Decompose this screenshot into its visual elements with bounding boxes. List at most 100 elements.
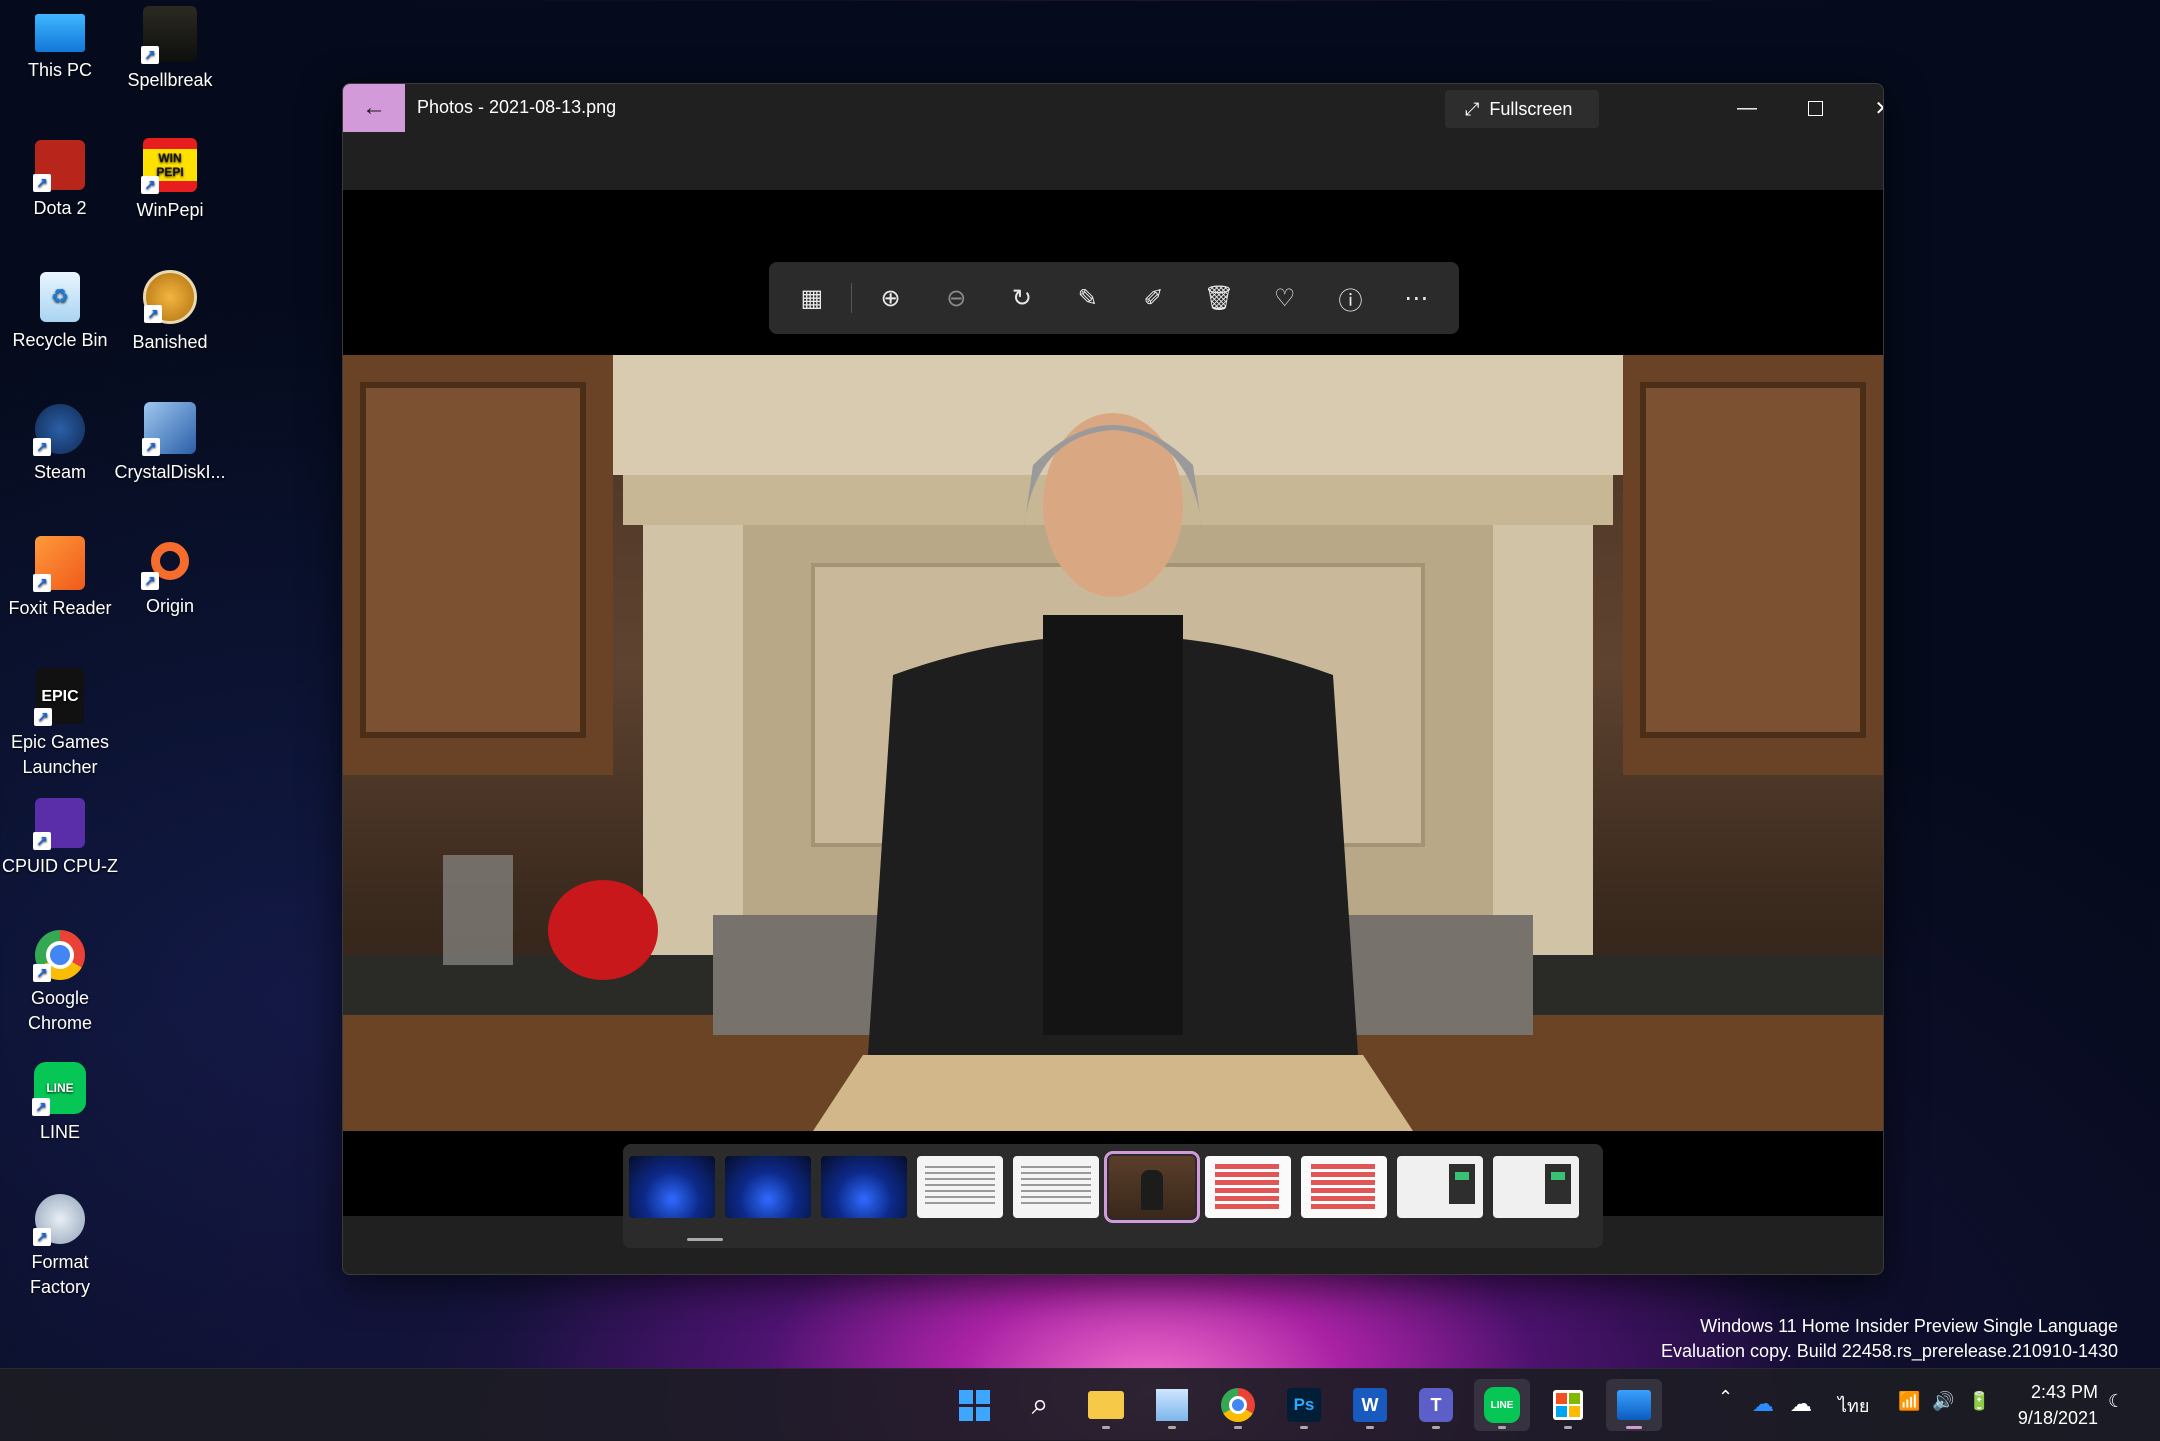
shortcut-arrow-icon: ↗ [141, 176, 159, 194]
photos-icon [1617, 1390, 1651, 1420]
trash-icon: 🗑 [1203, 284, 1235, 312]
shortcut-arrow-icon: ↗ [32, 1098, 50, 1116]
show-hidden-icons-button[interactable]: ⌃ [1718, 1387, 1733, 1408]
taskbar-teams[interactable]: T [1408, 1379, 1464, 1431]
desktop-icon-format-factory[interactable]: ↗ Format Factory [0, 1194, 120, 1300]
filmstrip-thumbnail[interactable] [1493, 1156, 1579, 1218]
desktop-icon-google-chrome[interactable]: ↗ Google Chrome [0, 930, 120, 1036]
filmstrip-thumbnail[interactable] [725, 1156, 811, 1218]
desktop-icon-foxit-reader[interactable]: ↗ Foxit Reader [0, 536, 120, 621]
desktop-icon-epic-games[interactable]: EPIC ↗ Epic Games Launcher [0, 668, 120, 780]
desktop-icon-label: WinPepi [136, 200, 204, 220]
desktop-icon-recycle-bin[interactable]: ♻ Recycle Bin [0, 272, 120, 353]
start-button[interactable] [946, 1379, 1002, 1431]
zoom-out-button[interactable]: ⊖ [923, 270, 989, 326]
edit-image-button[interactable]: ✎ [1055, 270, 1121, 326]
desktop-icon-label: Epic Games Launcher [10, 732, 110, 777]
info-button[interactable]: ⓘ [1318, 270, 1384, 326]
taskbar-file-explorer[interactable] [1078, 1379, 1134, 1431]
onedrive-blue-icon: ☁ [1752, 1391, 1774, 1416]
back-button[interactable]: ← [343, 84, 405, 132]
filmstrip-thumbnail[interactable] [821, 1156, 907, 1218]
filmstrip-thumbnail[interactable] [1013, 1156, 1099, 1218]
desktop-icon-crystaldiskinfo[interactable]: ↗ CrystalDiskI... [110, 402, 230, 485]
steam-icon: ↗ [33, 404, 85, 456]
language-label: ไทย [1838, 1396, 1870, 1416]
close-button[interactable]: ✕ [1849, 84, 1883, 132]
running-indicator [1102, 1426, 1110, 1429]
taskbar: ⌕ Ps W T LINE ⌃ ☁ ☁ ไทย 📶 🔊 🔋 2:43 PM 9/… [0, 1368, 2160, 1441]
banished-icon: ↗ [143, 270, 197, 324]
desktop-icon-banished[interactable]: ↗ Banished [110, 270, 230, 355]
chrome-icon [1221, 1388, 1255, 1422]
filmstrip-thumbnail-selected[interactable] [1104, 1151, 1200, 1223]
format-factory-icon: ↗ [33, 1194, 85, 1246]
zoom-in-icon: ⊕ [880, 284, 901, 312]
filmstrip-thumbnail[interactable] [1397, 1156, 1483, 1218]
taskbar-word[interactable]: W [1342, 1379, 1398, 1431]
network-button[interactable]: 📶 [1898, 1391, 1920, 1412]
desktop-icon-dota2[interactable]: ↗ Dota 2 [0, 140, 120, 221]
taskbar-photos[interactable] [1606, 1379, 1662, 1431]
line-icon: LINE [1484, 1387, 1520, 1423]
favorite-button[interactable]: ♡ [1252, 270, 1318, 326]
desktop-icon-line[interactable]: LINE ↗ LINE [0, 1062, 120, 1145]
shortcut-arrow-icon: ↗ [33, 1228, 51, 1246]
filmstrip-thumbnail[interactable] [917, 1156, 1003, 1218]
desktop-icon-this-pc[interactable]: This PC [0, 8, 120, 83]
battery-button[interactable]: 🔋 [1968, 1391, 1990, 1412]
volume-button[interactable]: 🔊 [1932, 1391, 1954, 1412]
desktop-icon-winpepi[interactable]: WIN PEPI ↗ WinPepi [110, 138, 230, 223]
desktop-icon-origin[interactable]: ↗ Origin [110, 534, 230, 619]
filmstrip-thumbnail[interactable] [1301, 1156, 1387, 1218]
delete-button[interactable]: 🗑 [1186, 270, 1252, 326]
clock[interactable]: 2:43 PM 9/18/2021 [2018, 1379, 2098, 1431]
filmstrip-scroll-indicator[interactable] [687, 1238, 723, 1241]
desktop-icon-cpuz[interactable]: ↗ CPUID CPU-Z [0, 798, 120, 879]
taskbar-image-viewer[interactable] [1144, 1379, 1200, 1431]
shortcut-arrow-icon: ↗ [33, 964, 51, 982]
image-app-icon [1156, 1389, 1188, 1421]
shortcut-arrow-icon: ↗ [141, 46, 159, 64]
this-pc-icon [35, 14, 85, 52]
desktop-icon-label: Google Chrome [27, 988, 93, 1033]
more-icon: ⋯ [1404, 284, 1429, 312]
fullscreen-button[interactable]: ⤢ Fullscreen [1445, 90, 1599, 128]
search-icon: ⌕ [1031, 1388, 1049, 1421]
search-button[interactable]: ⌕ [1012, 1379, 1068, 1431]
onedrive-business-button[interactable]: ☁ [1752, 1391, 1774, 1417]
onedrive-personal-button[interactable]: ☁ [1790, 1391, 1812, 1417]
focus-assist-button[interactable]: ☾ [2108, 1391, 2124, 1412]
filmstrip-thumbnail[interactable] [1205, 1156, 1291, 1218]
shortcut-arrow-icon: ↗ [142, 438, 160, 456]
zoom-in-button[interactable]: ⊕ [858, 270, 924, 326]
minimize-icon: — [1737, 96, 1757, 119]
input-language-button[interactable]: ไทย [1838, 1391, 1869, 1420]
taskbar-line[interactable]: LINE [1474, 1379, 1530, 1431]
filmstrip [623, 1144, 1603, 1248]
minimize-button[interactable]: — [1713, 84, 1781, 132]
more-button[interactable]: ⋯ [1383, 270, 1449, 326]
desktop-icon-steam[interactable]: ↗ Steam [0, 404, 120, 485]
desktop-icon-label: Steam [33, 462, 87, 482]
back-arrow-icon: ← [362, 94, 386, 121]
gallery-icon: ▦ [800, 284, 824, 312]
rotate-button[interactable]: ↻ [989, 270, 1055, 326]
folder-icon [1088, 1391, 1124, 1419]
running-indicator [1234, 1426, 1242, 1429]
draw-button[interactable]: ✐ [1121, 270, 1187, 326]
filmstrip-thumbnail[interactable] [629, 1156, 715, 1218]
taskbar-photoshop[interactable]: Ps [1276, 1379, 1332, 1431]
title-bar[interactable]: ← Photos - 2021-08-13.png ⤢ Fullscreen —… [343, 84, 1883, 132]
window-title: Photos - 2021-08-13.png [417, 97, 617, 117]
gallery-button[interactable]: ▦ [779, 270, 845, 326]
taskbar-chrome[interactable] [1210, 1379, 1266, 1431]
image-viewer: ▦ ⊕ ⊖ ↻ ✎ ✐ 🗑 ♡ ⓘ ⋯ [343, 190, 1883, 1216]
photoshop-icon: Ps [1287, 1388, 1321, 1422]
taskbar-store[interactable] [1540, 1379, 1596, 1431]
rotate-icon: ↻ [1011, 284, 1033, 312]
main-photo[interactable] [343, 355, 1883, 1131]
desktop-icon-spellbreak[interactable]: ↗ Spellbreak [110, 6, 230, 93]
maximize-button[interactable] [1781, 84, 1849, 132]
pen-icon: ✐ [1143, 284, 1164, 312]
